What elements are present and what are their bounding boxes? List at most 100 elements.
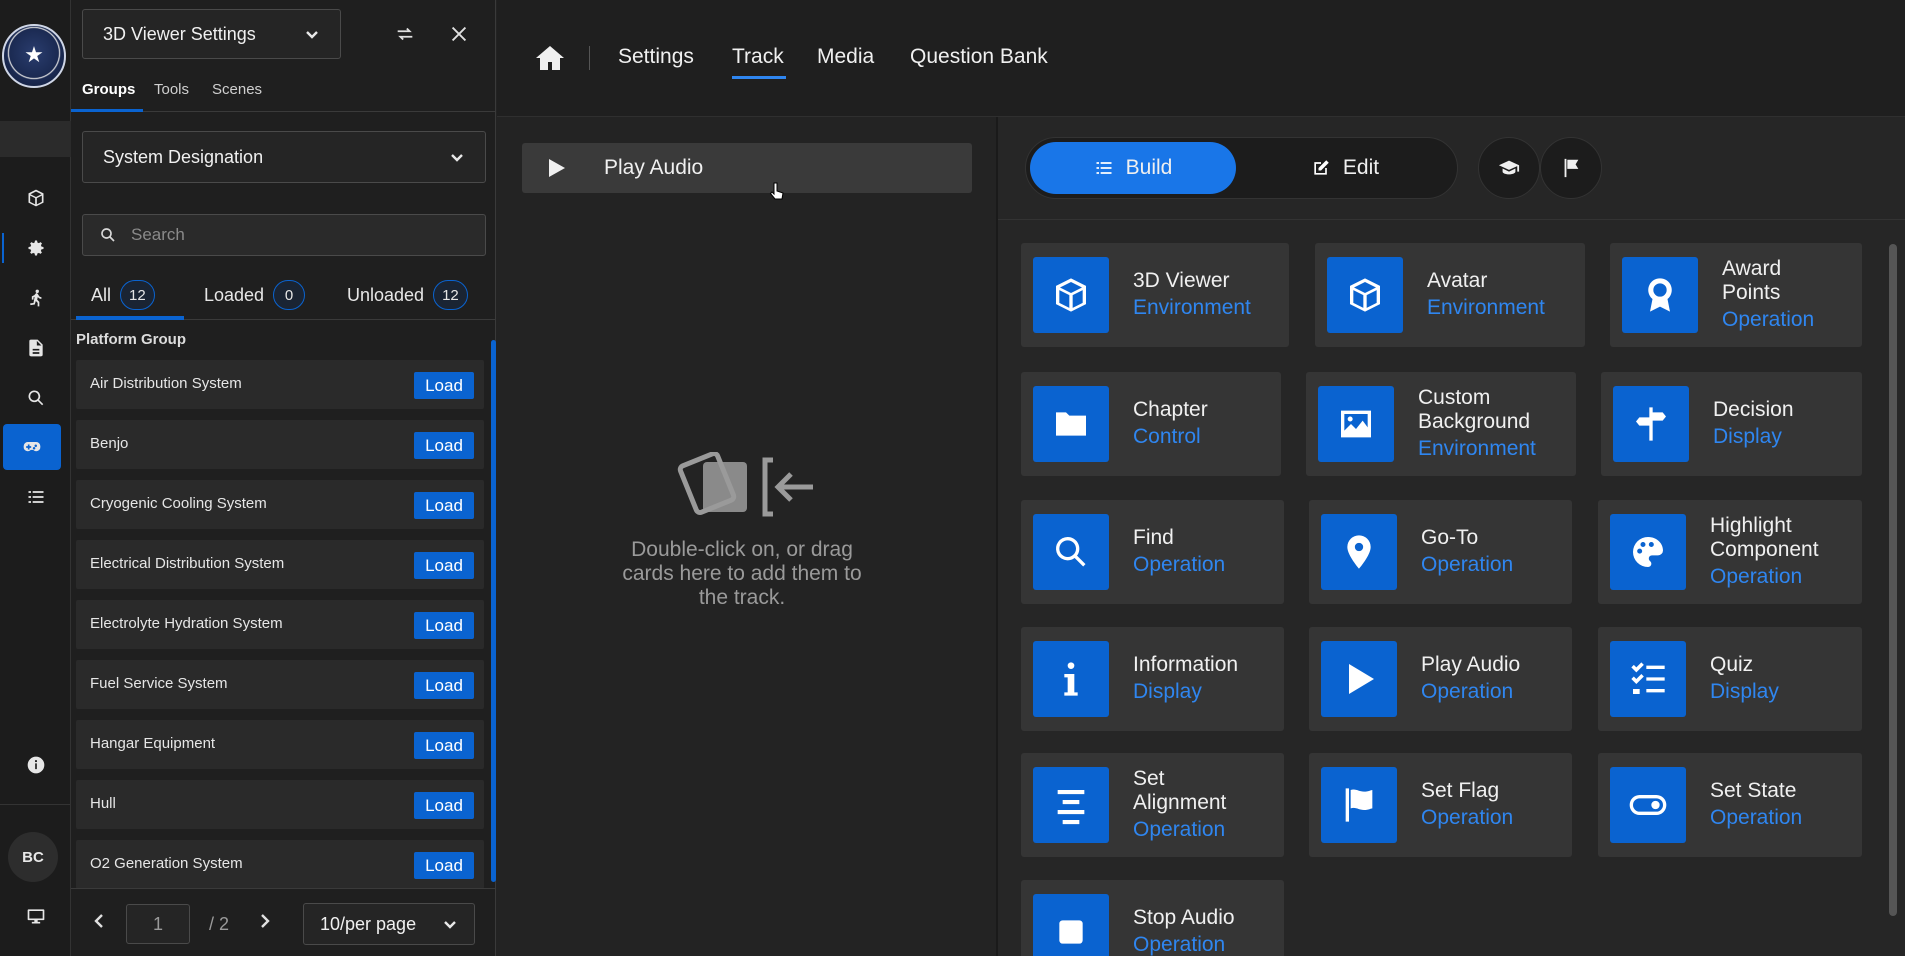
card-icon-box — [1610, 641, 1686, 717]
card-title: Stop Audio — [1133, 906, 1235, 929]
next-page-button[interactable] — [255, 911, 279, 935]
rail-info-button[interactable] — [0, 742, 71, 788]
card-icon-box — [1033, 767, 1109, 843]
toggle-icon — [1629, 795, 1667, 815]
search-input[interactable] — [131, 225, 471, 245]
drop-zone-hint: Double-click on, or drag cards here to a… — [497, 452, 987, 610]
user-avatar[interactable]: BC — [8, 832, 58, 882]
card-stop-audio[interactable]: Stop Audio Operation — [1021, 880, 1284, 956]
filter-all[interactable]: All 12 — [91, 270, 155, 320]
per-page-dropdown[interactable]: 10/per page — [303, 903, 475, 945]
load-button[interactable]: Load — [414, 372, 474, 399]
card-custom-background[interactable]: Custom Background Environment — [1306, 372, 1576, 476]
training-mode-button[interactable] — [1478, 137, 1540, 199]
icon-rail: BC — [0, 0, 71, 956]
active-filter-indicator — [76, 316, 184, 320]
rail-gamepad-button[interactable] — [3, 424, 61, 470]
refresh-button[interactable] — [389, 18, 421, 50]
card-icon-box — [1033, 257, 1109, 333]
home-icon — [536, 46, 564, 70]
rail-walk-button[interactable] — [0, 275, 71, 321]
card-highlight-component[interactable]: Highlight Component Operation — [1598, 500, 1862, 604]
tab-scenes[interactable]: Scenes — [212, 81, 262, 98]
card-icon-box — [1321, 514, 1397, 590]
card-information[interactable]: Information Display — [1021, 627, 1284, 731]
rail-display-button[interactable] — [0, 893, 71, 939]
nav-settings[interactable]: Settings — [618, 45, 694, 69]
item-name: Benjo — [90, 435, 129, 452]
load-button[interactable]: Load — [414, 852, 474, 879]
rail-search-button[interactable] — [0, 375, 71, 421]
nav-question-bank[interactable]: Question Bank — [910, 45, 1048, 69]
chevron-down-icon — [304, 26, 320, 42]
home-button[interactable] — [535, 44, 565, 72]
card-category: Environment — [1427, 296, 1545, 319]
card-category: Environment — [1418, 437, 1536, 460]
load-button[interactable]: Load — [414, 612, 474, 639]
card-category: Control — [1133, 425, 1201, 448]
card-category: Display — [1713, 425, 1782, 448]
cube-icon — [1056, 278, 1086, 312]
rail-settings-button[interactable] — [0, 225, 71, 271]
card-play-audio[interactable]: Play Audio Operation — [1309, 627, 1572, 731]
filter-label: Loaded — [204, 284, 265, 305]
card-text: Avatar Environment — [1427, 243, 1545, 347]
card-decision[interactable]: Decision Display — [1601, 372, 1862, 476]
active-nav-indicator — [732, 76, 786, 79]
card-category: Operation — [1133, 553, 1226, 576]
load-button[interactable]: Load — [414, 552, 474, 579]
rail-list-button[interactable] — [0, 474, 71, 520]
card-find[interactable]: Find Operation — [1021, 500, 1284, 604]
palette-icon — [1633, 537, 1663, 567]
close-icon — [451, 26, 467, 42]
build-mode-button[interactable]: Build — [1030, 142, 1236, 194]
load-button[interactable]: Load — [414, 732, 474, 759]
close-panel-button[interactable] — [443, 18, 475, 50]
info-circle-icon — [27, 756, 44, 774]
card-3d-viewer[interactable]: 3D Viewer Environment — [1021, 243, 1289, 347]
flag-mode-button[interactable] — [1540, 137, 1602, 199]
card-set-alignment[interactable]: Set Alignment Operation — [1021, 753, 1284, 857]
nav-media[interactable]: Media — [817, 45, 874, 69]
system-designation-dropdown[interactable]: System Designation — [82, 131, 486, 183]
card-icon-box — [1033, 641, 1109, 717]
nav-track[interactable]: Track — [732, 45, 784, 69]
list-item: Hangar Equipment Load — [76, 720, 484, 769]
load-button[interactable]: Load — [414, 492, 474, 519]
list-scrollbar[interactable] — [491, 340, 496, 882]
page-number-input[interactable]: 1 — [126, 904, 190, 944]
card-quiz[interactable]: Quiz Display — [1598, 627, 1862, 731]
card-grid: 3D Viewer Environment Avatar Environment A… — [998, 220, 1878, 956]
card-award-points[interactable]: Award Points Operation — [1610, 243, 1862, 347]
card-icon-box — [1033, 386, 1109, 462]
rail-3d-viewer-button[interactable] — [0, 175, 71, 221]
item-name: Air Distribution System — [90, 375, 242, 392]
viewer-settings-dropdown[interactable]: 3D Viewer Settings — [82, 9, 341, 59]
gamepad-icon — [23, 442, 41, 452]
load-button[interactable]: Load — [414, 672, 474, 699]
filter-loaded[interactable]: Loaded 0 — [204, 270, 306, 320]
card-title: Highlight Component — [1710, 514, 1819, 561]
monitor-icon — [27, 909, 44, 924]
palette-scrollbar[interactable] — [1889, 244, 1897, 916]
track-card[interactable]: Play Audio — [522, 143, 972, 193]
load-button[interactable]: Load — [414, 792, 474, 819]
card-go-to[interactable]: Go-To Operation — [1309, 500, 1572, 604]
tab-groups[interactable]: Groups — [82, 81, 135, 98]
card-set-state[interactable]: Set State Operation — [1598, 753, 1862, 857]
rail-document-button[interactable] — [0, 325, 71, 371]
edit-mode-button[interactable]: Edit — [1242, 142, 1448, 194]
card-avatar[interactable]: Avatar Environment — [1315, 243, 1585, 347]
search-icon — [101, 228, 115, 242]
filter-unloaded[interactable]: Unloaded 12 — [347, 270, 468, 320]
card-chapter[interactable]: Chapter Control — [1021, 372, 1281, 476]
track-card-label: Play Audio — [604, 156, 704, 179]
card-text: Find Operation — [1133, 500, 1225, 604]
card-text: Decision Display — [1713, 372, 1794, 476]
load-button[interactable]: Load — [414, 432, 474, 459]
prev-page-button[interactable] — [89, 911, 113, 935]
build-label: Build — [1125, 156, 1173, 179]
tab-tools[interactable]: Tools — [154, 81, 189, 98]
card-set-flag[interactable]: Set Flag Operation — [1309, 753, 1572, 857]
image-icon — [1341, 410, 1371, 438]
